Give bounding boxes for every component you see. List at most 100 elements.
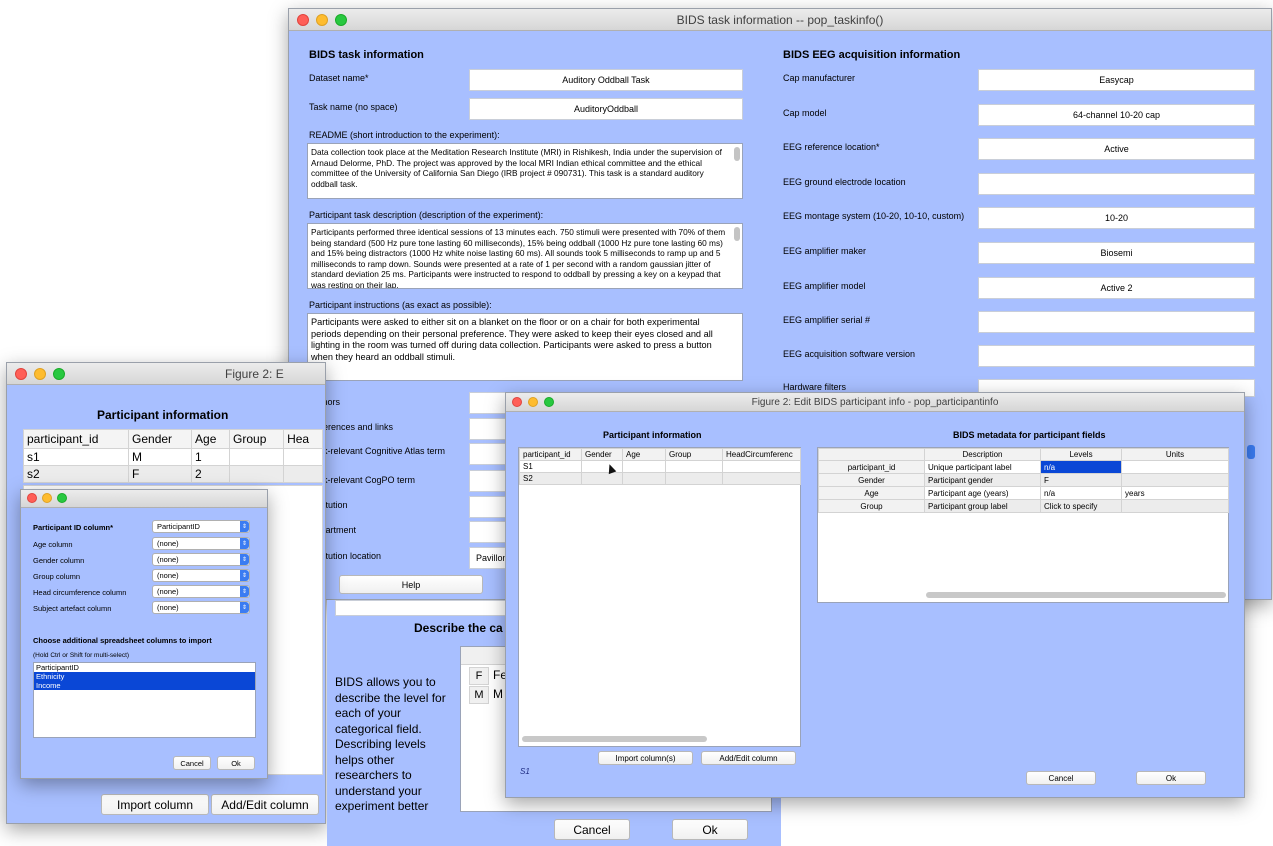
artefact-column-select[interactable]: (none) ⇕ bbox=[152, 601, 250, 614]
head-circumference-select[interactable]: (none) ⇕ bbox=[152, 585, 250, 598]
table-cell-selected[interactable]: n/a bbox=[1040, 460, 1122, 474]
import-column-button[interactable]: Import column bbox=[101, 794, 209, 815]
table-row[interactable]: Age Participant age (years) n/a years bbox=[818, 486, 1229, 500]
help-button[interactable]: Help bbox=[339, 575, 483, 594]
column-header[interactable]: Hea bbox=[283, 429, 323, 449]
ok-button[interactable]: Ok bbox=[672, 819, 748, 840]
minimize-icon[interactable] bbox=[34, 368, 46, 380]
table-row[interactable]: S1 bbox=[519, 460, 801, 473]
horizontal-scrollbar[interactable] bbox=[522, 736, 707, 742]
table-cell[interactable]: S2 bbox=[519, 472, 582, 485]
table-cell[interactable] bbox=[229, 465, 285, 483]
column-header[interactable]: HeadCircumferenc bbox=[722, 448, 801, 461]
minimize-icon[interactable] bbox=[42, 493, 52, 503]
close-icon[interactable] bbox=[27, 493, 37, 503]
table-cell[interactable] bbox=[665, 460, 723, 473]
montage-input[interactable]: 10-20 bbox=[978, 207, 1255, 229]
readme-textarea[interactable]: Data collection took place at the Medita… bbox=[307, 143, 743, 199]
table-cell[interactable]: M bbox=[128, 448, 193, 466]
cancel-button[interactable]: Cancel bbox=[1026, 771, 1096, 785]
ok-button[interactable]: Ok bbox=[217, 756, 255, 770]
list-item-selected[interactable]: Income bbox=[34, 681, 255, 690]
dataset-name-input[interactable]: Auditory Oddball Task bbox=[469, 69, 743, 91]
age-column-select[interactable]: (none) ⇕ bbox=[152, 537, 250, 550]
table-row[interactable]: s2 F 2 bbox=[22, 465, 323, 483]
table-cell[interactable] bbox=[283, 448, 323, 466]
close-icon[interactable] bbox=[297, 14, 309, 26]
instructions-textarea[interactable]: Participants were asked to either sit on… bbox=[307, 313, 743, 381]
list-item-selected[interactable]: Ethnicity bbox=[34, 672, 255, 681]
table-cell[interactable]: Participant age (years) bbox=[924, 486, 1041, 500]
column-header[interactable]: Group bbox=[665, 448, 723, 461]
table-cell[interactable]: Participant group label bbox=[924, 499, 1041, 513]
software-version-input[interactable] bbox=[978, 345, 1255, 367]
zoom-icon[interactable] bbox=[544, 397, 554, 407]
reference-location-input[interactable]: Active bbox=[978, 138, 1255, 160]
table-cell[interactable]: Click to specify bbox=[1040, 499, 1122, 513]
participant-table[interactable]: participant_id Gender Age Group HeadCirc… bbox=[518, 447, 801, 747]
level-description[interactable]: M bbox=[493, 687, 503, 701]
table-cell[interactable]: S1 bbox=[519, 460, 582, 473]
table-row[interactable]: Gender Participant gender F bbox=[818, 473, 1229, 487]
zoom-icon[interactable] bbox=[335, 14, 347, 26]
table-cell[interactable]: F bbox=[128, 465, 193, 483]
column-header[interactable]: Age bbox=[191, 429, 231, 449]
list-item[interactable]: ParticipantID bbox=[34, 663, 255, 672]
amplifier-serial-input[interactable] bbox=[978, 311, 1255, 333]
scrollbar[interactable] bbox=[734, 227, 740, 241]
table-cell[interactable]: 2 bbox=[191, 465, 231, 483]
minimize-icon[interactable] bbox=[528, 397, 538, 407]
close-icon[interactable] bbox=[15, 368, 27, 380]
table-cell[interactable] bbox=[229, 448, 285, 466]
table-row[interactable]: Group Participant group label Click to s… bbox=[818, 499, 1229, 513]
table-cell[interactable] bbox=[1121, 473, 1229, 487]
table-cell[interactable] bbox=[622, 460, 666, 473]
cap-manufacturer-input[interactable]: Easycap bbox=[978, 69, 1255, 91]
scrollbar[interactable] bbox=[734, 147, 740, 161]
table-cell[interactable] bbox=[1121, 499, 1229, 513]
table-cell[interactable]: Participant gender bbox=[924, 473, 1041, 487]
table-row[interactable]: s1 M 1 bbox=[22, 448, 323, 466]
task-name-input[interactable]: AuditoryOddball bbox=[469, 98, 743, 120]
column-header[interactable]: Gender bbox=[581, 448, 623, 461]
group-column-select[interactable]: (none) ⇕ bbox=[152, 569, 250, 582]
table-cell[interactable]: s2 bbox=[22, 465, 130, 483]
horizontal-scrollbar[interactable] bbox=[926, 592, 1226, 598]
task-description-textarea[interactable]: Participants performed three identical s… bbox=[307, 223, 743, 289]
gender-column-select[interactable]: (none) ⇕ bbox=[152, 553, 250, 566]
import-columns-button[interactable]: Import column(s) bbox=[598, 751, 693, 765]
table-row[interactable]: S2 bbox=[519, 472, 801, 485]
chevron-down-icon[interactable] bbox=[1247, 445, 1255, 459]
column-header[interactable]: Age bbox=[622, 448, 666, 461]
table-cell[interactable]: s1 bbox=[22, 448, 130, 466]
add-edit-column-button[interactable]: Add/Edit column bbox=[701, 751, 796, 765]
table-cell[interactable] bbox=[581, 472, 623, 485]
table-cell[interactable] bbox=[665, 472, 723, 485]
cap-model-input[interactable]: 64-channel 10-20 cap bbox=[978, 104, 1255, 126]
participant-id-select[interactable]: ParticipantID ⇕ bbox=[152, 520, 250, 533]
amplifier-maker-input[interactable]: Biosemi bbox=[978, 242, 1255, 264]
cancel-button[interactable]: Cancel bbox=[554, 819, 630, 840]
ok-button[interactable]: Ok bbox=[1136, 771, 1206, 785]
ground-electrode-input[interactable] bbox=[978, 173, 1255, 195]
table-cell[interactable]: Unique participant label bbox=[924, 460, 1041, 474]
table-cell[interactable] bbox=[1121, 460, 1229, 474]
minimize-icon[interactable] bbox=[316, 14, 328, 26]
amplifier-model-input[interactable]: Active 2 bbox=[978, 277, 1255, 299]
add-edit-column-button[interactable]: Add/Edit column bbox=[211, 794, 319, 815]
table-row[interactable]: participant_id Unique participant label … bbox=[818, 460, 1229, 474]
columns-listbox[interactable]: ParticipantID Ethnicity Income bbox=[33, 662, 256, 738]
table-cell[interactable]: 1 bbox=[191, 448, 231, 466]
column-header[interactable]: participant_id bbox=[519, 448, 582, 461]
zoom-icon[interactable] bbox=[57, 493, 67, 503]
table-cell[interactable] bbox=[622, 472, 666, 485]
table-cell[interactable]: years bbox=[1121, 486, 1229, 500]
cancel-button[interactable]: Cancel bbox=[173, 756, 211, 770]
table-cell[interactable]: n/a bbox=[1040, 486, 1122, 500]
column-header[interactable]: participant_id bbox=[22, 429, 130, 449]
table-cell[interactable] bbox=[283, 465, 323, 483]
zoom-icon[interactable] bbox=[53, 368, 65, 380]
column-header[interactable]: Group bbox=[229, 429, 285, 449]
table-cell[interactable]: F bbox=[1040, 473, 1122, 487]
column-header[interactable]: Gender bbox=[128, 429, 193, 449]
